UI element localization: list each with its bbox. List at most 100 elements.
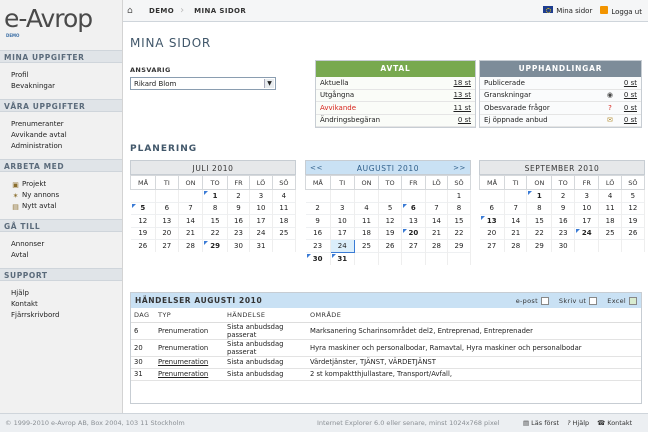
calendar-day[interactable]: 16 [227, 214, 251, 227]
calendar-day[interactable]: 18 [598, 214, 622, 227]
calendar-day[interactable]: 15 [447, 214, 471, 227]
calendar-day[interactable]: 30 [551, 239, 576, 252]
logo[interactable]: e-Avrop DEMO [0, 0, 122, 50]
avtal-row[interactable]: Avvikande 11 st [316, 102, 475, 115]
calendar-day[interactable]: 19 [378, 226, 402, 240]
calendar-day[interactable]: 9 [305, 214, 331, 227]
calendar-day[interactable]: 4 [272, 189, 297, 202]
calendar-day[interactable]: 26 [378, 239, 402, 252]
calendar-day[interactable]: 6 [155, 201, 179, 215]
calendar-day[interactable]: 4 [598, 189, 622, 202]
calendar-day[interactable]: 23 [551, 226, 576, 240]
calendar-day[interactable]: 18 [272, 214, 297, 227]
calendar-day[interactable]: 25 [354, 239, 380, 252]
calendar-day[interactable]: 17 [574, 214, 600, 227]
calendar-day[interactable]: 13 [479, 214, 505, 227]
avtal-row-value[interactable]: 13 st [453, 91, 471, 99]
upphandlingar-row-value[interactable]: 0 st [624, 116, 637, 124]
calendar-day[interactable]: 5 [130, 201, 157, 215]
logout-link[interactable]: Logga ut [600, 5, 642, 16]
event-type[interactable]: Prenumeration [158, 368, 227, 381]
calendar-day[interactable]: 11 [354, 214, 380, 227]
calendar-day[interactable]: 27 [479, 239, 505, 252]
calendar-day[interactable]: 22 [447, 226, 471, 240]
calendar-day[interactable]: 17 [249, 214, 273, 227]
calendar-day[interactable]: 25 [598, 226, 622, 240]
calendar-day[interactable]: 12 [621, 201, 646, 215]
calendar-day[interactable]: 13 [155, 214, 179, 227]
calendar-day[interactable]: 7 [504, 201, 528, 215]
calendar-day[interactable]: 15 [202, 214, 228, 227]
calendar-day[interactable]: 30 [227, 239, 251, 252]
calendar-day[interactable]: 21 [425, 226, 449, 240]
sidebar-item[interactable]: ▤ Nytt avtal [11, 201, 122, 212]
calendar-day[interactable]: 17 [330, 226, 355, 240]
calendar-day[interactable]: 28 [504, 239, 528, 252]
avtal-row-value[interactable]: 0 st [458, 116, 471, 124]
calendar-day[interactable]: 29 [526, 239, 553, 252]
calendar-day[interactable]: 25 [272, 226, 297, 240]
calendar-day[interactable]: 1 [447, 189, 471, 202]
upphandlingar-row-value[interactable]: 0 st [624, 104, 637, 112]
calendar-day[interactable]: 22 [202, 226, 228, 240]
chevron-down-icon[interactable]: ▼ [264, 79, 274, 88]
calendar-day[interactable]: 3 [249, 189, 273, 202]
print-button[interactable]: Skriv ut [559, 296, 598, 305]
calendar-day[interactable]: 24 [329, 239, 355, 253]
email-button[interactable]: e-post [516, 296, 549, 305]
calendar-day[interactable]: 6 [479, 201, 505, 215]
calendar-day[interactable]: 10 [574, 201, 600, 215]
calendar-day[interactable]: 16 [305, 226, 331, 240]
event-row[interactable]: 31 Prenumeration Sista anbudsdag 2 st kompa… [131, 368, 641, 381]
calendar-day[interactable]: 3 [574, 189, 600, 202]
calendar-day[interactable]: 26 [130, 239, 157, 252]
upphandlingar-row[interactable]: Granskningar ◉ 0 st [480, 90, 641, 102]
calendar-day[interactable]: 14 [504, 214, 528, 227]
avtal-row[interactable]: Ändringsbegäran 0 st [316, 115, 475, 127]
calendar-day[interactable]: 19 [130, 226, 157, 240]
calendar-day[interactable]: 14 [178, 214, 204, 227]
upphandlingar-row[interactable]: Obesvarade frågor? 0 st [480, 102, 641, 115]
event-row[interactable]: 6 Prenumeration Sista anbudsdag passerat Ma… [131, 322, 641, 340]
calendar-day[interactable]: 9 [551, 201, 576, 215]
footer-contact[interactable]: ☎ Kontakt [597, 419, 632, 427]
calendar-day[interactable]: 8 [526, 201, 553, 215]
sidebar-item[interactable]: Hjälp [11, 288, 122, 299]
calendar-day[interactable]: 27 [155, 239, 179, 252]
calendar-day[interactable]: 28 [178, 239, 204, 252]
calendar-day[interactable]: 4 [354, 201, 380, 215]
calendar-day[interactable]: 21 [504, 226, 528, 240]
event-row[interactable]: 30 Prenumeration Sista anbudsdag Värdetjäns… [131, 356, 641, 369]
calendar-day[interactable]: 3 [330, 201, 355, 215]
calendar-day[interactable]: 7 [178, 201, 204, 215]
calendar-day[interactable]: 2 [551, 189, 576, 202]
breadcrumb-demo[interactable]: DEMO [149, 7, 174, 15]
footer-help[interactable]: ? Hjälp [567, 419, 589, 427]
calendar-day[interactable]: 27 [401, 239, 426, 252]
calendar-day[interactable]: 11 [272, 201, 297, 215]
sidebar-item[interactable]: Fjärrskrivbord [11, 310, 122, 321]
calendar-day[interactable]: 6 [401, 201, 426, 215]
upphandlingar-row[interactable]: Ej öppnade anbud ✉ 0 st [480, 115, 641, 127]
calendar-day[interactable]: 20 [479, 226, 505, 240]
upphandlingar-row-value[interactable]: 0 st [624, 91, 637, 99]
prev-month-button[interactable]: << [310, 161, 323, 176]
calendar-day[interactable]: 22 [526, 226, 553, 240]
calendar-day[interactable]: 18 [354, 226, 380, 240]
home-icon[interactable]: ⌂ [127, 5, 139, 17]
sidebar-item[interactable]: Bevakningar [11, 81, 122, 92]
sidebar-item[interactable]: Avtal [11, 250, 122, 261]
sidebar-item[interactable]: Annonser [11, 239, 122, 250]
calendar-day[interactable]: 8 [202, 201, 228, 215]
next-month-button[interactable]: >> [453, 161, 466, 176]
calendar-day[interactable]: 15 [526, 214, 553, 227]
mina-sidor-link[interactable]: Mina sidor [543, 6, 592, 15]
avtal-row-value[interactable]: 11 st [453, 104, 471, 112]
calendar-day[interactable]: 24 [249, 226, 273, 240]
calendar-day[interactable]: 21 [178, 226, 204, 240]
calendar-day[interactable]: 20 [401, 226, 426, 240]
calendar-day[interactable]: 12 [378, 214, 402, 227]
footer-read-first[interactable]: ▤ Läs först [523, 419, 559, 427]
calendar-day[interactable]: 10 [249, 201, 273, 215]
sidebar-item[interactable]: Profil [11, 70, 122, 81]
